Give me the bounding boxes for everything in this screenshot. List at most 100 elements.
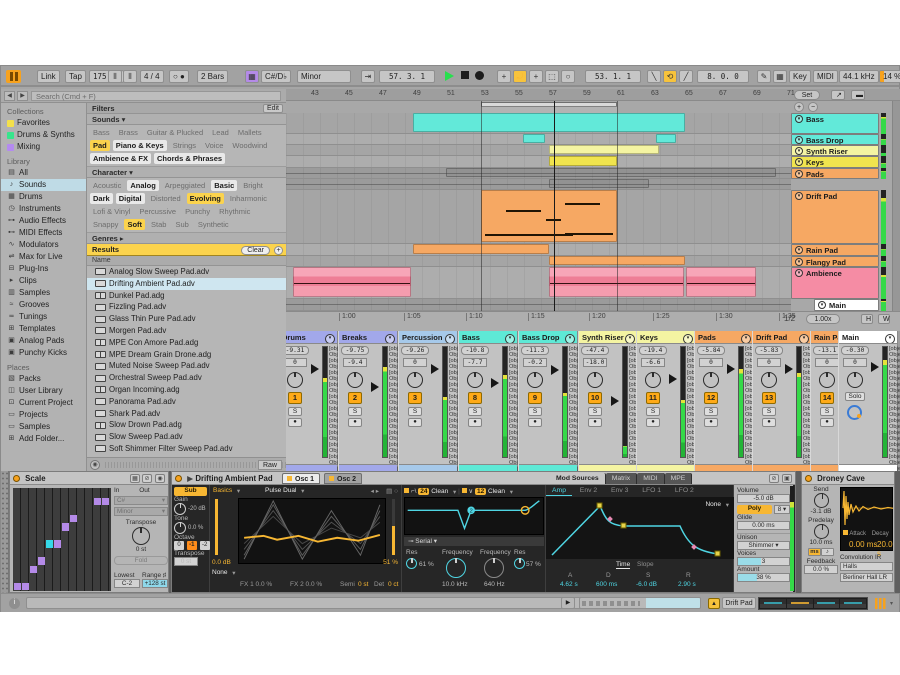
track-name[interactable]: Pads: [695, 331, 753, 344]
sub-gain-knob[interactable]: [174, 503, 186, 515]
env-time-toggle[interactable]: Time: [616, 561, 630, 569]
loop-length-field[interactable]: 8. 0. 0: [697, 70, 749, 83]
selected-track-badge[interactable]: Drift Pad: [722, 597, 756, 609]
sub-transpose-value[interactable]: 0 st: [174, 557, 198, 566]
lowest-value[interactable]: C-2: [114, 579, 140, 588]
filter-tag[interactable]: Synthetic: [195, 219, 232, 230]
wavetable-category-dropdown[interactable]: Basics: [213, 487, 240, 494]
arm-button[interactable]: ●: [468, 418, 482, 427]
filter2-res-knob[interactable]: [514, 558, 525, 569]
osc-semi-value[interactable]: 0 st: [358, 581, 368, 588]
sidebar-library-item[interactable]: ▣ Punchy Kicks: [1, 347, 86, 359]
predelay-knob[interactable]: [814, 524, 829, 539]
time-signature-field[interactable]: 4 / 4: [140, 70, 164, 83]
wavetable-prev-next-icons[interactable]: ◂ ▸: [371, 487, 379, 495]
peak-level-display[interactable]: -9.31: [286, 346, 309, 355]
scale-mode-icon[interactable]: ▦: [245, 70, 259, 83]
filter-tag[interactable]: Pad: [90, 140, 110, 151]
peak-level-display[interactable]: -47.4: [581, 346, 609, 355]
track-activator[interactable]: 12: [704, 392, 718, 404]
rack-title[interactable]: ▶ Drifting Ambient Pad Osc 1 Osc 2 ⊘ ▣: [172, 472, 795, 485]
track-activator[interactable]: 8: [468, 392, 482, 404]
track-name[interactable]: Synth Riser: [579, 331, 637, 344]
arrangement-clip[interactable]: [656, 134, 676, 143]
poly-button[interactable]: Poly: [737, 505, 772, 514]
device-chain-minimap[interactable]: [758, 597, 868, 610]
zoom-width-button[interactable]: W: [878, 314, 890, 324]
track-header[interactable]: ▾Rain Pad: [791, 244, 879, 256]
freq2-value[interactable]: 640 Hz: [484, 581, 505, 588]
pan-knob[interactable]: [703, 372, 719, 388]
sidebar-library-item[interactable]: ▤ All: [1, 167, 86, 179]
arrangement-clip[interactable]: [413, 113, 685, 132]
filter1-res-knob[interactable]: [406, 558, 417, 569]
ir-file-dropdown[interactable]: Berliner Hall LR: [840, 573, 893, 582]
quantize-selector[interactable]: 2 Bars: [197, 70, 228, 83]
track-activator[interactable]: 3: [408, 392, 422, 404]
filter2-type-icon[interactable]: ∨: [468, 488, 473, 495]
key-map-button[interactable]: Key: [789, 70, 811, 83]
env-mod-target-dropdown[interactable]: None: [705, 501, 729, 508]
record-button[interactable]: [475, 70, 484, 80]
pan-knob[interactable]: [407, 372, 423, 388]
glide-value[interactable]: 0.00 ms: [737, 521, 790, 530]
volume-fader-handle[interactable]: [491, 378, 499, 388]
sidebar-library-item[interactable]: ▥ Samples: [1, 287, 86, 299]
freq1-value[interactable]: 10.0 kHz: [442, 581, 468, 588]
arm-button[interactable]: ●: [820, 418, 834, 427]
track-header[interactable]: ▾Bass: [791, 113, 879, 134]
ir-attack-value[interactable]: 0.00 ms: [849, 540, 877, 549]
filter1-slope[interactable]: 24: [418, 488, 429, 495]
sidebar-place-item[interactable]: ⊞ Add Folder...: [1, 433, 86, 445]
osc-fx2-value[interactable]: FX 2 0.0 %: [290, 581, 322, 588]
device-view-selector[interactable]: [1, 471, 9, 593]
sidebar-place-item[interactable]: ▭ Samples: [1, 421, 86, 433]
sync-mode-button[interactable]: ♪: [821, 548, 834, 556]
filter-display[interactable]: 2: [404, 497, 544, 535]
mod-subtab[interactable]: Env 2: [574, 486, 603, 495]
wavetable-position-slider[interactable]: [392, 499, 395, 555]
arrangement-clip[interactable]: [446, 168, 776, 177]
zoom-in-icon[interactable]: +: [794, 102, 804, 112]
arrangement-clip[interactable]: [481, 190, 617, 242]
res1-value[interactable]: 61 %: [419, 561, 434, 568]
loop-start-field[interactable]: 53. 1. 1: [585, 70, 641, 83]
rack-activator-icon[interactable]: [175, 475, 182, 482]
map-icon[interactable]: ▦: [130, 474, 140, 483]
unison-mode-dropdown[interactable]: Shimmer ▾: [737, 541, 790, 550]
save-preset-icon[interactable]: ◉: [155, 474, 165, 483]
osc-det-value[interactable]: 0 ct: [388, 581, 398, 588]
track-fold-icon[interactable]: ▾: [818, 301, 826, 309]
volume-fader-handle[interactable]: [669, 374, 677, 384]
sidebar-library-item[interactable]: ▦ Drums: [1, 191, 86, 203]
sidebar-library-item[interactable]: ⊟ Plug-Ins: [1, 263, 86, 275]
arrangement-clip[interactable]: [686, 267, 756, 297]
result-row[interactable]: Slow Drown Pad.adg: [87, 419, 286, 431]
add-filter-icon[interactable]: +: [274, 246, 283, 255]
automation-arm-icon[interactable]: ⤾: [513, 70, 527, 83]
osc-pitch-mod-dropdown[interactable]: None: [212, 569, 236, 576]
groove-amount-selector[interactable]: ○ ●: [169, 70, 189, 83]
arm-button[interactable]: ●: [704, 418, 718, 427]
sidebar-library-item[interactable]: ▸ Clips: [1, 275, 86, 287]
filter-tag[interactable]: Ambience & FX: [90, 153, 151, 164]
solo-button[interactable]: S: [646, 407, 660, 416]
result-row[interactable]: Drifting Ambient Pad.adv: [87, 278, 286, 290]
volume-field[interactable]: 0: [699, 358, 723, 367]
filter-tag[interactable]: Distorted: [148, 193, 184, 204]
solo-button[interactable]: S: [468, 407, 482, 416]
link-button[interactable]: Link: [37, 70, 60, 83]
res2-value[interactable]: 57 %: [526, 561, 541, 568]
scale-root-selector[interactable]: C#/D♭: [261, 70, 291, 83]
track-lane[interactable]: [286, 156, 791, 168]
filter-routing-dropdown[interactable]: ⊸ Serial ▾: [404, 537, 544, 546]
transpose-value[interactable]: 0 st: [114, 546, 168, 553]
volume-fader-handle[interactable]: [611, 396, 619, 406]
peak-level-display[interactable]: -9.26: [401, 346, 429, 355]
attack-value[interactable]: 4.62 s: [560, 581, 578, 588]
sounds-filter-header[interactable]: Sounds ▾: [87, 114, 286, 125]
sidebar-library-item[interactable]: ∿ Modulators: [1, 239, 86, 251]
ms-mode-button[interactable]: ms: [808, 548, 821, 556]
mod-subtab[interactable]: LFO 1: [636, 486, 667, 495]
character-filter-header[interactable]: Character ▾: [87, 167, 286, 178]
